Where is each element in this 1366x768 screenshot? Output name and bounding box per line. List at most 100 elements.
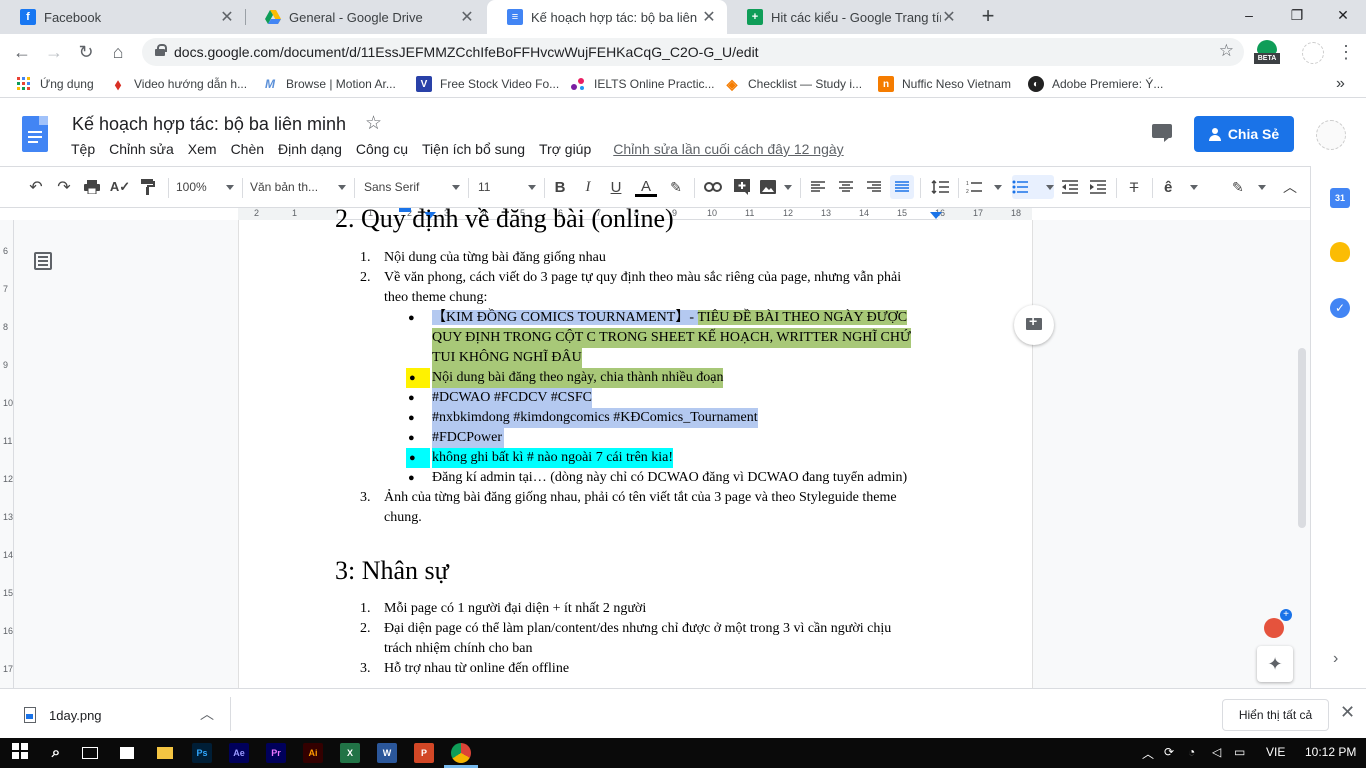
menu-addons[interactable]: Tiện ích bổ sung bbox=[415, 141, 532, 161]
spellcheck-icon[interactable]: A✓ bbox=[110, 175, 130, 199]
menu-help[interactable]: Trợ giúp bbox=[532, 141, 598, 161]
bookmark-video[interactable]: ⬧ Video hướng dẫn h... bbox=[110, 75, 247, 93]
wifi-icon[interactable]: ◔ bbox=[1188, 745, 1195, 759]
line-spacing-icon[interactable] bbox=[928, 175, 952, 199]
close-tab-icon[interactable]: ✕ bbox=[701, 7, 717, 27]
menu-tools[interactable]: Công cụ bbox=[349, 141, 415, 161]
powerpoint-icon[interactable]: P bbox=[414, 743, 434, 763]
insert-link-icon[interactable] bbox=[702, 175, 724, 199]
menu-file[interactable]: Tệp bbox=[64, 141, 102, 161]
document-page[interactable]: 2. Quy định về đăng bài (online) 1. Nội … bbox=[238, 204, 1033, 688]
close-tab-icon[interactable]: ✕ bbox=[219, 7, 235, 27]
forward-arrow-icon[interactable]: → bbox=[42, 40, 66, 64]
insert-image-icon[interactable] bbox=[760, 175, 792, 199]
menu-format[interactable]: Định dạng bbox=[271, 141, 349, 161]
numbered-list-icon[interactable]: 12 bbox=[966, 175, 1002, 199]
tab-google-docs[interactable]: ≡ Kế hoạch hợp tác: bộ ba liên min ✕ bbox=[487, 0, 727, 34]
align-center-icon[interactable] bbox=[836, 175, 856, 199]
photoshop-icon[interactable]: Ps bbox=[192, 743, 212, 763]
comment-history-icon[interactable] bbox=[1152, 124, 1172, 142]
decrease-indent-icon[interactable] bbox=[1060, 175, 1080, 199]
new-tab-button[interactable]: + bbox=[976, 5, 1000, 29]
menu-edit[interactable]: Chỉnh sửa bbox=[102, 141, 181, 161]
bookmark-ielts[interactable]: IELTS Online Practic... bbox=[570, 75, 715, 93]
clear-formatting-icon[interactable]: T bbox=[1124, 175, 1144, 199]
input-tools-icon[interactable]: ê bbox=[1164, 175, 1198, 199]
increase-indent-icon[interactable] bbox=[1088, 175, 1108, 199]
notification-icon[interactable]: ▭ bbox=[1234, 745, 1245, 759]
right-indent-handle[interactable] bbox=[930, 212, 942, 219]
excel-icon[interactable]: X bbox=[340, 743, 360, 763]
clock-time[interactable]: 10:12 PM bbox=[1305, 745, 1356, 759]
bookmark-videvo[interactable]: V Free Stock Video Fo... bbox=[416, 75, 559, 93]
chrome-icon[interactable] bbox=[451, 743, 471, 763]
download-filename[interactable]: 1day.png bbox=[49, 708, 102, 723]
task-view-icon[interactable] bbox=[80, 743, 100, 763]
bookmark-star-icon[interactable]: ☆ bbox=[1219, 41, 1234, 61]
reload-icon[interactable]: ↻ bbox=[74, 40, 98, 64]
account-avatar[interactable] bbox=[1316, 120, 1346, 150]
align-right-icon[interactable] bbox=[864, 175, 884, 199]
keep-icon[interactable] bbox=[1330, 242, 1350, 262]
add-comment-button[interactable] bbox=[1014, 305, 1054, 345]
premiere-icon[interactable]: Pr bbox=[266, 743, 286, 763]
share-button[interactable]: Chia Sẻ bbox=[1194, 116, 1294, 152]
undo-icon[interactable]: ↶ bbox=[26, 175, 46, 199]
print-icon[interactable] bbox=[82, 175, 102, 199]
illustrator-icon[interactable]: Ai bbox=[303, 743, 323, 763]
last-edit-link[interactable]: Chỉnh sửa lần cuối cách đây 12 ngày bbox=[606, 141, 850, 161]
grammarly-add-icon[interactable]: + bbox=[1280, 609, 1292, 621]
bookmark-apps[interactable]: Ứng dụng bbox=[16, 75, 94, 93]
paint-format-icon[interactable] bbox=[138, 175, 158, 199]
explore-icon[interactable]: ✦ bbox=[1257, 646, 1293, 682]
zoom-select[interactable]: 100% bbox=[176, 175, 234, 199]
bulleted-list-icon[interactable] bbox=[1012, 175, 1054, 199]
expand-panel-icon[interactable]: › bbox=[1333, 650, 1338, 668]
tab-google-sheets[interactable]: + Hit các kiểu - Google Trang tính ✕ bbox=[727, 0, 967, 34]
profile-avatar[interactable] bbox=[1302, 42, 1324, 64]
editing-mode-icon[interactable]: ✎ bbox=[1232, 175, 1266, 199]
tab-facebook[interactable]: f Facebook ✕ bbox=[0, 0, 245, 34]
home-icon[interactable]: ⌂ bbox=[106, 40, 130, 64]
file-explorer-icon[interactable] bbox=[155, 743, 175, 763]
show-all-button[interactable]: Hiển thị tất cả bbox=[1222, 699, 1329, 731]
paragraph-style-select[interactable]: Văn bản th... bbox=[250, 175, 346, 199]
after-effects-icon[interactable]: Ae bbox=[229, 743, 249, 763]
input-language[interactable]: VIE bbox=[1266, 745, 1285, 759]
address-bar[interactable]: docs.google.com/document/d/11EssJEFMMZCc… bbox=[142, 38, 1244, 66]
bookmark-motion-array[interactable]: M Browse | Motion Ar... bbox=[262, 75, 396, 93]
word-icon[interactable]: W bbox=[377, 743, 397, 763]
show-hidden-icons-icon[interactable]: ︿ bbox=[1142, 745, 1154, 762]
collapse-toolbar-icon[interactable]: ︿ bbox=[1280, 175, 1300, 199]
bookmark-nuffic[interactable]: n Nuffic Neso Vietnam bbox=[878, 75, 1011, 93]
chevron-up-icon[interactable]: ︿ bbox=[200, 704, 214, 724]
calendar-icon[interactable]: 31 bbox=[1330, 188, 1350, 208]
sync-icon[interactable]: ⟳ bbox=[1164, 745, 1174, 759]
more-menu-icon[interactable]: ⋮ bbox=[1334, 40, 1358, 64]
vertical-scrollbar[interactable] bbox=[1298, 348, 1306, 528]
align-left-icon[interactable] bbox=[808, 175, 828, 199]
close-tab-icon[interactable]: ✕ bbox=[459, 7, 475, 27]
font-size-select[interactable]: 11 bbox=[478, 175, 536, 199]
star-icon[interactable]: ☆ bbox=[365, 112, 382, 135]
extension-beta-icon[interactable]: BETA bbox=[1254, 40, 1280, 66]
text-color-icon[interactable]: A bbox=[634, 175, 658, 199]
document-title[interactable]: Kế hoạch hợp tác: bộ ba liên minh bbox=[72, 114, 346, 135]
bookmark-checklist[interactable]: ◈ Checklist — Study i... bbox=[724, 75, 862, 93]
tasks-icon[interactable]: ✓ bbox=[1330, 298, 1350, 318]
italic-icon[interactable]: I bbox=[578, 175, 598, 199]
redo-icon[interactable]: ↷ bbox=[54, 175, 74, 199]
bold-icon[interactable]: B bbox=[550, 175, 570, 199]
align-justify-icon[interactable] bbox=[890, 175, 914, 199]
insert-comment-icon[interactable] bbox=[732, 175, 752, 199]
google-docs-logo-icon[interactable] bbox=[22, 116, 48, 152]
close-icon[interactable]: ✕ bbox=[1340, 702, 1355, 723]
store-icon[interactable] bbox=[117, 743, 137, 763]
minimize-button[interactable]: – bbox=[1226, 0, 1272, 30]
search-icon[interactable]: ⌕ bbox=[46, 743, 66, 763]
bookmark-adobe-premiere[interactable]: ◐ Adobe Premiere: Ý... bbox=[1028, 75, 1163, 93]
close-window-button[interactable]: ✕ bbox=[1320, 0, 1366, 30]
windows-start-icon[interactable] bbox=[10, 743, 30, 763]
close-tab-icon[interactable]: ✕ bbox=[941, 7, 957, 27]
underline-icon[interactable]: U bbox=[606, 175, 626, 199]
